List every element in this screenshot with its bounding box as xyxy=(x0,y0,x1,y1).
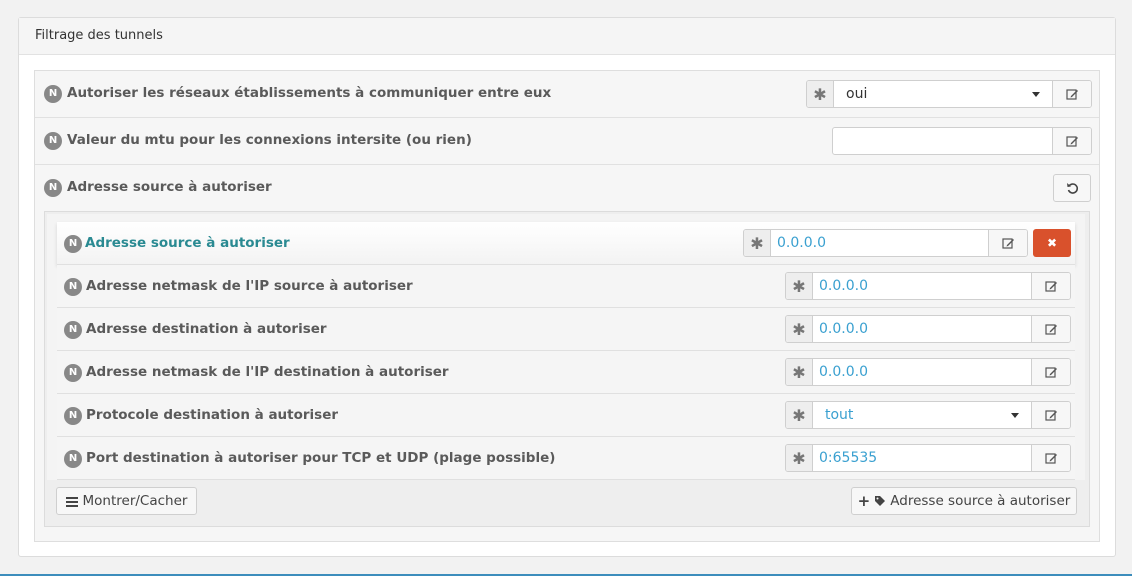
edit-button[interactable] xyxy=(1031,359,1070,385)
edit-icon xyxy=(1065,136,1078,147)
mode-badge: N xyxy=(44,85,62,103)
port-input[interactable]: 0:65535 xyxy=(813,445,1031,471)
asterisk-icon: ✱ xyxy=(786,402,813,428)
list-icon xyxy=(65,496,78,507)
destination-input-group: ✱ 0.0.0.0 xyxy=(785,315,1071,343)
undo-button[interactable] xyxy=(1053,174,1091,202)
mtu-input[interactable] xyxy=(833,128,1052,154)
edit-icon xyxy=(1044,410,1057,421)
inner-row-netmask-destination: N Adresse netmask de l'IP destination à … xyxy=(57,351,1075,394)
add-adresse-source-label: Adresse source à autoriser xyxy=(890,493,1071,509)
mode-badge: N xyxy=(64,235,82,253)
netmask-source-input-group: ✱ 0.0.0.0 xyxy=(785,272,1071,300)
mode-badge: N xyxy=(64,407,82,425)
select-value-text: oui xyxy=(846,86,868,102)
edit-button[interactable] xyxy=(1052,81,1091,107)
row-label: Valeur du mtu pour les connexions inters… xyxy=(67,132,472,148)
mtu-input-group xyxy=(832,127,1092,155)
asterisk-icon: ✱ xyxy=(786,316,813,342)
adresse-source-multi-group: N Adresse source à autoriser ✱ 0.0.0.0 ✖ xyxy=(44,211,1090,527)
chevron-down-icon xyxy=(1032,91,1040,97)
select-value[interactable]: tout xyxy=(813,402,1031,428)
inner-row-destination: N Adresse destination à autoriser ✱ 0.0.… xyxy=(57,308,1075,351)
edit-button[interactable] xyxy=(1052,128,1091,154)
select-value-text: tout xyxy=(825,407,854,423)
asterisk-icon: ✱ xyxy=(786,359,813,385)
adresse-source-input-group: ✱ 0.0.0.0 xyxy=(743,229,1028,257)
mode-badge: N xyxy=(64,450,82,468)
inner-row-adresse-source: N Adresse source à autoriser ✱ 0.0.0.0 ✖ xyxy=(57,222,1075,265)
fields-container: N Autoriser les réseaux établissements à… xyxy=(34,70,1100,542)
undo-icon xyxy=(1066,182,1078,194)
row-label: Adresse destination à autoriser xyxy=(86,321,327,337)
row-mtu: N Valeur du mtu pour les connexions inte… xyxy=(35,118,1099,165)
tag-icon xyxy=(875,496,886,506)
edit-icon xyxy=(1044,281,1057,292)
row-label: Adresse source à autoriser xyxy=(67,179,272,195)
tunnel-filter-panel: Filtrage des tunnels N Autoriser les rés… xyxy=(18,17,1116,557)
show-hide-label: Montrer/Cacher xyxy=(82,493,188,509)
delete-button[interactable]: ✖ xyxy=(1033,229,1071,257)
protocole-select[interactable]: ✱ tout xyxy=(785,401,1071,429)
add-adresse-source-button[interactable]: + Adresse source à autoriser xyxy=(851,487,1077,515)
show-hide-button[interactable]: Montrer/Cacher xyxy=(56,487,197,515)
netmask-source-input[interactable]: 0.0.0.0 xyxy=(813,273,1031,299)
row-autoriser-reseaux: N Autoriser les réseaux établissements à… xyxy=(35,71,1099,118)
asterisk-icon: ✱ xyxy=(744,230,771,256)
row-label: Port destination à autoriser pour TCP et… xyxy=(86,450,556,466)
inner-row-protocole: N Protocole destination à autoriser ✱ to… xyxy=(57,394,1075,437)
netmask-destination-input[interactable]: 0.0.0.0 xyxy=(813,359,1031,385)
row-label: Adresse netmask de l'IP source à autoris… xyxy=(86,278,413,294)
row-label: Adresse source à autoriser xyxy=(85,235,290,251)
asterisk-icon: ✱ xyxy=(786,273,813,299)
mode-badge: N xyxy=(44,132,62,150)
inner-row-port: N Port destination à autoriser pour TCP … xyxy=(57,437,1075,480)
row-adresse-source-group: N Adresse source à autoriser xyxy=(35,165,1099,211)
select-value[interactable]: oui xyxy=(834,81,1052,107)
row-label: Autoriser les réseaux établissements à c… xyxy=(67,85,552,101)
edit-button[interactable] xyxy=(1031,402,1070,428)
edit-icon xyxy=(1001,238,1014,249)
mode-badge: N xyxy=(64,278,82,296)
inner-fields: N Adresse source à autoriser ✱ 0.0.0.0 ✖ xyxy=(47,214,1085,480)
close-icon: ✖ xyxy=(1046,236,1058,250)
edit-icon xyxy=(1044,324,1057,335)
row-label: Adresse netmask de l'IP destination à au… xyxy=(86,364,449,380)
mode-badge: N xyxy=(64,364,82,382)
edit-icon xyxy=(1065,89,1078,100)
netmask-destination-input-group: ✱ 0.0.0.0 xyxy=(785,358,1071,386)
panel-title: Filtrage des tunnels xyxy=(19,18,1115,55)
row-label: Protocole destination à autoriser xyxy=(86,407,339,423)
edit-button[interactable] xyxy=(988,230,1027,256)
mode-badge: N xyxy=(64,321,82,339)
edit-button[interactable] xyxy=(1031,273,1070,299)
autoriser-reseaux-select[interactable]: ✱ oui xyxy=(806,80,1092,108)
edit-icon xyxy=(1044,453,1057,464)
edit-button[interactable] xyxy=(1031,316,1070,342)
edit-button[interactable] xyxy=(1031,445,1070,471)
plus-icon: + xyxy=(857,492,871,510)
inner-row-netmask-source: N Adresse netmask de l'IP source à autor… xyxy=(57,265,1075,308)
asterisk-icon: ✱ xyxy=(807,81,834,107)
adresse-source-input[interactable]: 0.0.0.0 xyxy=(771,230,988,256)
port-input-group: ✱ 0:65535 xyxy=(785,444,1071,472)
destination-input[interactable]: 0.0.0.0 xyxy=(813,316,1031,342)
asterisk-icon: ✱ xyxy=(786,445,813,471)
edit-icon xyxy=(1044,367,1057,378)
chevron-down-icon xyxy=(1011,412,1019,418)
mode-badge: N xyxy=(44,179,62,197)
